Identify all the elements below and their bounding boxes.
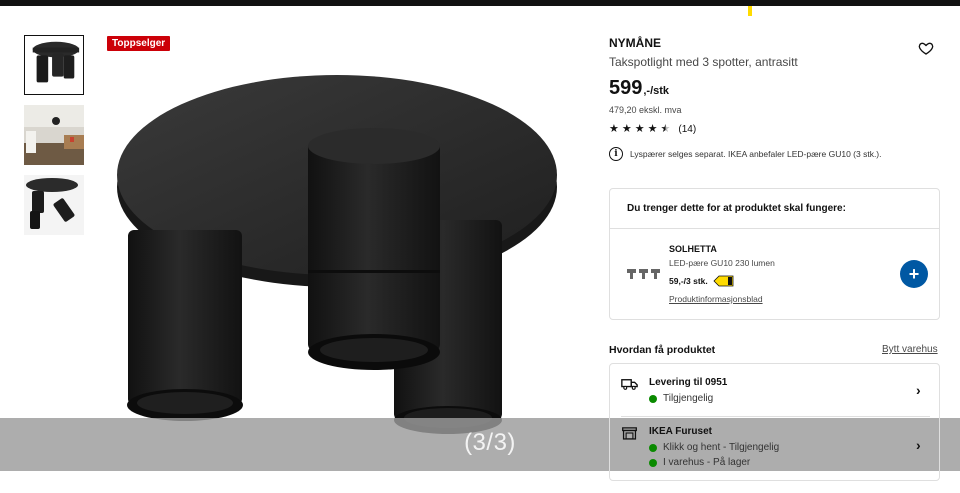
store-option-title: IKEA Furuset xyxy=(649,426,712,437)
thumbnail-2[interactable] xyxy=(24,105,84,165)
available-dot-icon xyxy=(649,394,657,403)
product-info-sheet-link[interactable]: Produktinformasjonsblad xyxy=(669,294,763,304)
rating[interactable]: ★ ★ ★ ★ ★ (14) xyxy=(609,123,940,136)
store-icon xyxy=(622,427,637,440)
half-star-icon: ★ xyxy=(660,123,671,135)
store-status-pickup: Klikk og hent - Tilgjengelig xyxy=(649,442,779,453)
info-icon: i xyxy=(609,147,623,161)
bulb-price: 59,-/3 stk. xyxy=(669,276,708,286)
price-value: 599 xyxy=(609,77,643,99)
thumbnail-list xyxy=(24,35,85,245)
energy-label-icon xyxy=(713,275,734,287)
spotlight-thumbnail-image xyxy=(32,41,80,83)
heart-icon[interactable] xyxy=(918,40,934,56)
delivery-status-text: Tilgjengelig xyxy=(663,393,714,404)
bulb-notice: i Lyspærer selges separat. IKEA anbefale… xyxy=(609,147,940,161)
star-icon: ★ xyxy=(609,123,619,135)
store-status-stock: I varehus - På lager xyxy=(649,457,750,468)
store-status-stock-text: I varehus - På lager xyxy=(663,457,751,468)
product-name: NYMÅNE xyxy=(609,36,662,50)
price-suffix: ,-/stk xyxy=(643,85,670,97)
available-dot-icon xyxy=(649,458,657,467)
notice-text: Lyspærer selges separat. IKEA anbefaler … xyxy=(630,149,882,159)
product-info: NYMÅNE Takspotlight med 3 spotter, antra… xyxy=(609,36,940,161)
truck-icon xyxy=(621,379,638,390)
available-dot-icon xyxy=(649,443,657,452)
star-icon: ★ xyxy=(634,123,645,135)
rating-count: (14) xyxy=(678,124,697,135)
star-icon: ★ xyxy=(647,123,658,135)
bulb-price-row: 59,-/3 stk. xyxy=(669,275,735,287)
thumbnail-1[interactable] xyxy=(24,35,84,95)
delivery-option-home[interactable]: Levering til 0951 Tilgjengelig › xyxy=(610,364,939,416)
star-icon: ★ xyxy=(621,123,632,135)
bulb-product-image xyxy=(627,269,660,279)
bulb-description: LED-pære GU10 230 lumen xyxy=(669,258,775,268)
product-description: Takspotlight med 3 spotter, antrasitt xyxy=(609,55,798,69)
room-thumbnail-image xyxy=(24,105,84,165)
store-status-pickup-text: Klikk og hent - Tilgjengelig xyxy=(663,442,780,453)
chevron-right-icon: › xyxy=(916,437,921,453)
detail-thumbnail-image xyxy=(24,175,84,235)
delivery-option-store[interactable]: IKEA Furuset Klikk og hent - Tilgjengeli… xyxy=(610,417,939,469)
delivery-status: Tilgjengelig xyxy=(649,393,713,404)
divider xyxy=(610,228,939,229)
required-items-box: Du trenger dette for at produktet skal f… xyxy=(609,188,940,320)
price: 599 ,-/stk xyxy=(609,77,940,100)
bulb-name: SOLHETTA xyxy=(669,244,717,254)
change-store-link[interactable]: Bytt varehus xyxy=(882,344,938,355)
add-bulb-button[interactable]: + xyxy=(900,260,928,288)
required-items-title: Du trenger dette for at produktet skal f… xyxy=(627,203,846,214)
top-seller-badge: Toppselger xyxy=(107,36,171,51)
yellow-accent-mark xyxy=(748,6,752,16)
chevron-right-icon: › xyxy=(916,382,921,398)
delivery-section-title: Hvordan få produktet xyxy=(609,344,716,356)
thumbnail-3[interactable] xyxy=(24,175,84,235)
delivery-options-box: Levering til 0951 Tilgjengelig › IKEA Fu… xyxy=(609,363,940,481)
price-excl-vat: 479,20 ekskl. mva xyxy=(609,105,682,115)
delivery-option-title: Levering til 0951 xyxy=(649,377,728,388)
top-bar xyxy=(0,0,960,6)
